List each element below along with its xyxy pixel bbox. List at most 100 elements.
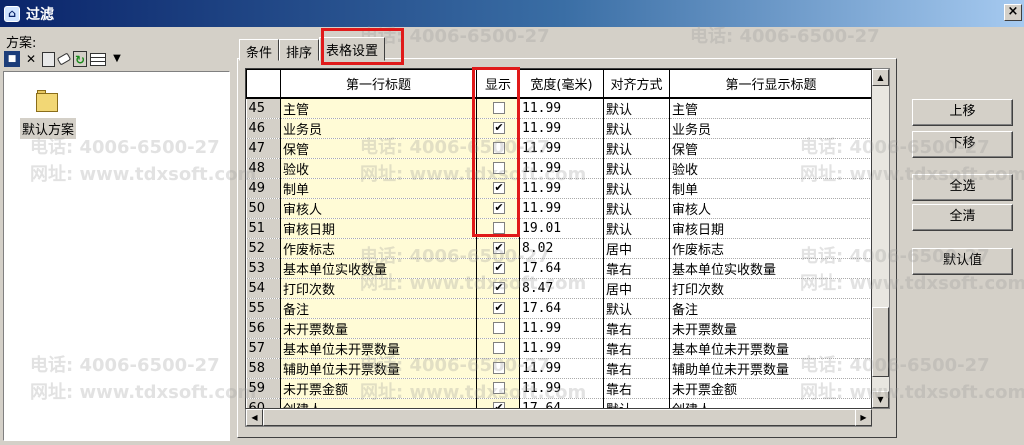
scroll-right-arrow-icon[interactable]: ▶ xyxy=(855,409,872,426)
select-all-button[interactable]: 全选 xyxy=(912,174,1013,201)
header-display-title[interactable]: 第一行显示标题 xyxy=(669,69,871,99)
width-cell[interactable]: 17.64 xyxy=(519,298,604,319)
display-title-cell[interactable]: 辅助单位未开票数量 xyxy=(669,358,871,379)
refresh-icon[interactable]: ↻ xyxy=(73,51,87,67)
first-row-title-cell[interactable]: 打印次数 xyxy=(280,278,477,299)
table-row[interactable]: 47 保管 11.99 默认 保管 xyxy=(246,138,871,159)
table-row[interactable]: 51 审核日期 19.01 默认 审核日期 xyxy=(246,218,871,239)
width-cell[interactable]: 11.99 xyxy=(519,178,604,199)
display-title-cell[interactable]: 保管 xyxy=(669,138,871,159)
display-title-cell[interactable]: 作废标志 xyxy=(669,238,871,259)
display-title-cell[interactable]: 创建人 xyxy=(669,398,871,408)
horizontal-scroll-thumb[interactable] xyxy=(263,409,856,426)
display-title-cell[interactable]: 未开票金额 xyxy=(669,378,871,399)
eraser-icon[interactable] xyxy=(56,52,72,66)
tab-conditions[interactable]: 条件 xyxy=(239,39,280,61)
dropdown-arrow-icon[interactable]: ▼ xyxy=(109,51,125,67)
show-checkbox[interactable]: ✔ xyxy=(493,262,505,274)
first-row-title-cell[interactable]: 制单 xyxy=(280,178,477,199)
show-checkbox[interactable]: ✔ xyxy=(493,302,505,314)
alignment-cell[interactable]: 靠右 xyxy=(603,258,670,279)
horizontal-scrollbar[interactable]: ◀ ▶ xyxy=(245,409,872,427)
show-checkbox[interactable]: ✔ xyxy=(493,122,505,134)
alignment-cell[interactable]: 默认 xyxy=(603,97,670,119)
alignment-cell[interactable]: 默认 xyxy=(603,298,670,319)
table-row[interactable]: 46 业务员 ✔ 11.99 默认 业务员 xyxy=(246,118,871,139)
first-row-title-cell[interactable]: 创建人 xyxy=(280,398,477,408)
alignment-cell[interactable]: 默认 xyxy=(603,398,670,408)
display-title-cell[interactable]: 未开票数量 xyxy=(669,318,871,339)
table-row[interactable]: 50 审核人 ✔ 11.99 默认 审核人 xyxy=(246,198,871,219)
table-row[interactable]: 53 基本单位实收数量 ✔ 17.64 靠右 基本单位实收数量 xyxy=(246,258,871,279)
display-title-cell[interactable]: 基本单位未开票数量 xyxy=(669,338,871,359)
table-row[interactable]: 55 备注 ✔ 17.64 默认 备注 xyxy=(246,298,871,319)
header-width[interactable]: 宽度(毫米) xyxy=(519,69,604,99)
width-cell[interactable]: 19.01 xyxy=(519,218,604,239)
alignment-cell[interactable]: 默认 xyxy=(603,158,670,179)
table-row[interactable]: 49 制单 ✔ 11.99 默认 制单 xyxy=(246,178,871,199)
first-row-title-cell[interactable]: 备注 xyxy=(280,298,477,319)
display-title-cell[interactable]: 打印次数 xyxy=(669,278,871,299)
folder-icon[interactable] xyxy=(36,90,58,112)
first-row-title-cell[interactable]: 审核人 xyxy=(280,198,477,219)
header-show[interactable]: 显示 xyxy=(476,69,520,99)
save-icon[interactable]: ■ xyxy=(4,51,20,67)
show-checkbox[interactable]: ✔ xyxy=(493,282,505,294)
move-up-button[interactable]: 上移 xyxy=(912,99,1013,126)
alignment-cell[interactable]: 默认 xyxy=(603,198,670,219)
display-title-cell[interactable]: 审核人 xyxy=(669,198,871,219)
table-row[interactable]: 60创建人✔17.64默认创建人 xyxy=(246,398,871,408)
scroll-down-arrow-icon[interactable]: ▼ xyxy=(872,391,889,408)
width-cell[interactable]: 11.99 xyxy=(519,318,604,339)
first-row-title-cell[interactable]: 保管 xyxy=(280,138,477,159)
alignment-cell[interactable]: 默认 xyxy=(603,178,670,199)
first-row-title-cell[interactable]: 基本单位实收数量 xyxy=(280,258,477,279)
width-cell[interactable]: 11.99 xyxy=(519,358,604,379)
first-row-title-cell[interactable]: 验收 xyxy=(280,158,477,179)
first-row-title-cell[interactable]: 基本单位未开票数量 xyxy=(280,338,477,359)
width-cell[interactable]: 17.64 xyxy=(519,398,604,408)
alignment-cell[interactable]: 靠右 xyxy=(603,378,670,399)
width-cell[interactable]: 11.99 xyxy=(519,378,604,399)
scroll-left-arrow-icon[interactable]: ◀ xyxy=(246,409,263,426)
display-title-cell[interactable]: 备注 xyxy=(669,298,871,319)
table-row[interactable]: 48 验收 11.99 默认 验收 xyxy=(246,158,871,179)
first-row-title-cell[interactable]: 未开票金额 xyxy=(280,378,477,399)
close-button[interactable]: × xyxy=(1004,4,1022,21)
delete-icon[interactable]: ✕ xyxy=(23,51,39,67)
table-row[interactable]: 54 打印次数 ✔ 8.47 居中 打印次数 xyxy=(246,278,871,299)
header-first-row-title[interactable]: 第一行标题 xyxy=(280,69,477,99)
alignment-cell[interactable]: 靠右 xyxy=(603,338,670,359)
alignment-cell[interactable]: 默认 xyxy=(603,138,670,159)
show-checkbox[interactable]: ✔ xyxy=(493,242,505,254)
grid-icon[interactable] xyxy=(90,52,106,66)
first-row-title-cell[interactable]: 辅助单位未开票数量 xyxy=(280,358,477,379)
alignment-cell[interactable]: 居中 xyxy=(603,278,670,299)
vertical-scroll-thumb[interactable] xyxy=(872,307,889,377)
show-checkbox[interactable] xyxy=(493,222,505,234)
table-row[interactable]: 59 未开票金额 11.99 靠右 未开票金额 xyxy=(246,378,871,399)
alignment-cell[interactable]: 靠右 xyxy=(603,318,670,339)
show-checkbox[interactable]: ✔ xyxy=(493,202,505,214)
scroll-up-arrow-icon[interactable]: ▲ xyxy=(872,69,889,86)
show-checkbox[interactable] xyxy=(493,142,505,154)
display-title-cell[interactable]: 制单 xyxy=(669,178,871,199)
first-row-title-cell[interactable]: 审核日期 xyxy=(280,218,477,239)
show-checkbox[interactable] xyxy=(493,322,505,334)
alignment-cell[interactable]: 居中 xyxy=(603,238,670,259)
width-cell[interactable]: 11.99 xyxy=(519,338,604,359)
show-checkbox[interactable] xyxy=(493,102,505,114)
table-row[interactable]: 57 基本单位未开票数量 11.99 靠右 基本单位未开票数量 xyxy=(246,338,871,359)
alignment-cell[interactable]: 默认 xyxy=(603,118,670,139)
width-cell[interactable]: 8.02 xyxy=(519,238,604,259)
show-checkbox[interactable]: ✔ xyxy=(493,402,505,408)
display-title-cell[interactable]: 基本单位实收数量 xyxy=(669,258,871,279)
default-value-button[interactable]: 默认值 xyxy=(912,248,1013,275)
tab-sort[interactable]: 排序 xyxy=(279,39,320,61)
table-row[interactable]: 52 作废标志 ✔ 8.02 居中 作废标志 xyxy=(246,238,871,259)
display-title-cell[interactable]: 验收 xyxy=(669,158,871,179)
width-cell[interactable]: 11.99 xyxy=(519,198,604,219)
width-cell[interactable]: 11.99 xyxy=(519,97,604,119)
alignment-cell[interactable]: 默认 xyxy=(603,218,670,239)
show-checkbox[interactable] xyxy=(493,162,505,174)
